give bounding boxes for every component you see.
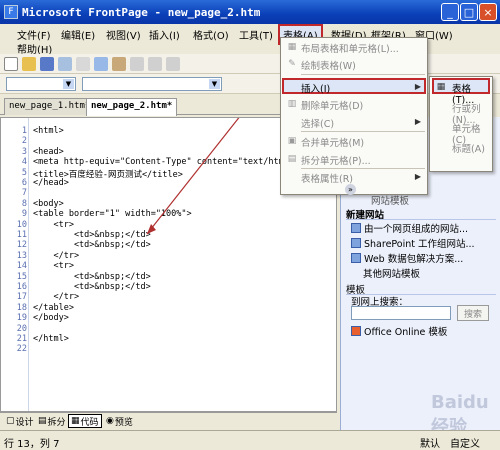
arrow-head [147, 224, 156, 234]
submenu-item-caption[interactable]: 标题(A) [452, 141, 485, 155]
window-title: Microsoft FrontPage - new_page_2.htm [22, 5, 261, 19]
delete-cells-icon: ▥ [287, 99, 297, 109]
menu-item-table-properties[interactable]: 表格属性(R) [301, 171, 353, 185]
search-button[interactable]: 搜索 [457, 305, 489, 321]
layout-table-icon: ▦ [287, 42, 297, 52]
expand-menu-icon[interactable]: » [345, 184, 356, 195]
minimize-button[interactable]: _ [441, 3, 459, 21]
close-button[interactable]: × [479, 3, 497, 21]
task-pane-truncated-line: 网站模板 [371, 196, 410, 207]
link-other-templates[interactable]: 其他网站模板 [363, 266, 420, 280]
menu-format[interactable]: 格式(O) [190, 26, 232, 43]
draw-table-icon: ✎ [288, 59, 296, 69]
sharepoint-icon [351, 238, 361, 248]
title-bar: F Microsoft FrontPage - new_page_2.htm _… [0, 0, 500, 24]
link-web-package-label: Web 数据包解决方案... [364, 254, 464, 265]
menu-item-split-cells[interactable]: 拆分单元格(P)... [301, 153, 371, 167]
merge-cells-icon: ▣ [287, 136, 297, 146]
style-combo[interactable]: ▼ [6, 77, 76, 91]
frontpage-app-icon: F [4, 5, 18, 19]
menu-item-draw-table[interactable]: 绘制表格(W) [301, 58, 356, 72]
split-icon: ▤ [38, 416, 47, 426]
cut-icon[interactable] [130, 56, 144, 71]
tab-design[interactable]: ▢ 设计 [4, 414, 36, 428]
menu-view[interactable]: 视图(V) [103, 26, 144, 43]
maximize-button[interactable]: □ [460, 3, 478, 21]
submenu-arrow-icon: ▶ [414, 82, 421, 91]
link-web-package[interactable]: Web 数据包解决方案... [351, 251, 463, 265]
menu-separator [301, 131, 425, 132]
package-icon [351, 253, 361, 263]
menu-item-layout-tables[interactable]: 布局表格和单元格(L)... [301, 41, 399, 55]
preview-icon: ◉ [106, 416, 114, 426]
search-icon[interactable] [58, 56, 72, 71]
open-folder-icon[interactable] [22, 56, 36, 71]
print-icon[interactable] [76, 56, 90, 71]
tab-code[interactable]: ▦ 代码 [68, 414, 102, 428]
font-combo[interactable]: ▼ [82, 77, 222, 91]
office-online-icon [351, 326, 361, 336]
link-office-online-label: Office Online 模板 [364, 327, 448, 338]
split-cells-icon: ▤ [287, 154, 297, 164]
insert-submenu: ▦ 表格(T)... 行或列(N)... 单元格(C) 标题(A) [429, 76, 493, 172]
menu-item-merge-cells[interactable]: 合并单元格(M) [301, 135, 364, 149]
menu-item-delete-cells[interactable]: 删除单元格(D) [301, 98, 363, 112]
new-page-icon[interactable] [4, 56, 18, 71]
menu-insert[interactable]: 插入(I) [146, 26, 183, 43]
tab-preview[interactable]: ◉ 预览 [104, 414, 135, 428]
web-icon [351, 223, 361, 233]
divider [346, 219, 496, 220]
tab-code-label: 代码 [80, 417, 99, 428]
submenu-arrow-icon: ▶ [414, 117, 421, 126]
table-icon: ▦ [436, 82, 446, 92]
link-one-page-site-label: 由一个网页组成的网站... [364, 224, 469, 235]
save-icon[interactable] [40, 56, 54, 71]
status-default: 默认 [420, 439, 440, 450]
link-office-online[interactable]: Office Online 模板 [351, 324, 447, 338]
link-sharepoint-site[interactable]: SharePoint 工作组网站... [351, 236, 475, 250]
design-icon: ▢ [6, 416, 15, 426]
menu-item-insert[interactable]: 插入(I) [301, 81, 330, 95]
chevron-down-icon: ▼ [209, 79, 220, 89]
tab-preview-label: 预览 [114, 417, 133, 428]
table-menu-dropdown: ▦ 布局表格和单元格(L)... ✎ 绘制表格(W) 插入(I) ▶ ▥ 删除单… [280, 37, 428, 195]
menu-separator [301, 74, 425, 75]
link-other-templates-label: 其他网站模板 [363, 269, 421, 280]
menu-separator [301, 168, 425, 169]
chevron-down-icon: ▼ [63, 79, 74, 89]
menu-item-select[interactable]: 选择(C) [301, 116, 334, 130]
status-bar: 行 13，列 7 默认 自定义 [0, 430, 500, 450]
template-search-input[interactable] [351, 306, 451, 320]
arrow-line [146, 118, 240, 235]
tab-design-label: 设计 [15, 417, 34, 428]
cursor-position: 行 13，列 7 [4, 439, 60, 450]
link-one-page-site[interactable]: 由一个网页组成的网站... [351, 221, 468, 235]
publish-icon[interactable] [112, 56, 126, 71]
menu-tools[interactable]: 工具(T) [236, 26, 276, 43]
tab-split[interactable]: ▤ 拆分 [36, 414, 68, 428]
menu-edit[interactable]: 编辑(E) [58, 26, 98, 43]
preview-icon[interactable] [94, 56, 108, 71]
paste-icon[interactable] [166, 56, 180, 71]
copy-icon[interactable] [148, 56, 162, 71]
tab-new-page-1[interactable]: new_page_1.htm* [4, 98, 96, 115]
tab-split-label: 拆分 [47, 417, 66, 428]
status-custom: 自定义 [450, 439, 480, 450]
tab-new-page-2[interactable]: new_page_2.htm* [86, 98, 178, 116]
link-sharepoint-site-label: SharePoint 工作组网站... [364, 239, 475, 250]
view-tabs: ▢ 设计 ▤ 拆分 ▦ 代码 ◉ 预览 [0, 412, 337, 428]
submenu-arrow-icon: ▶ [414, 172, 421, 181]
code-icon: ▦ [71, 416, 80, 426]
